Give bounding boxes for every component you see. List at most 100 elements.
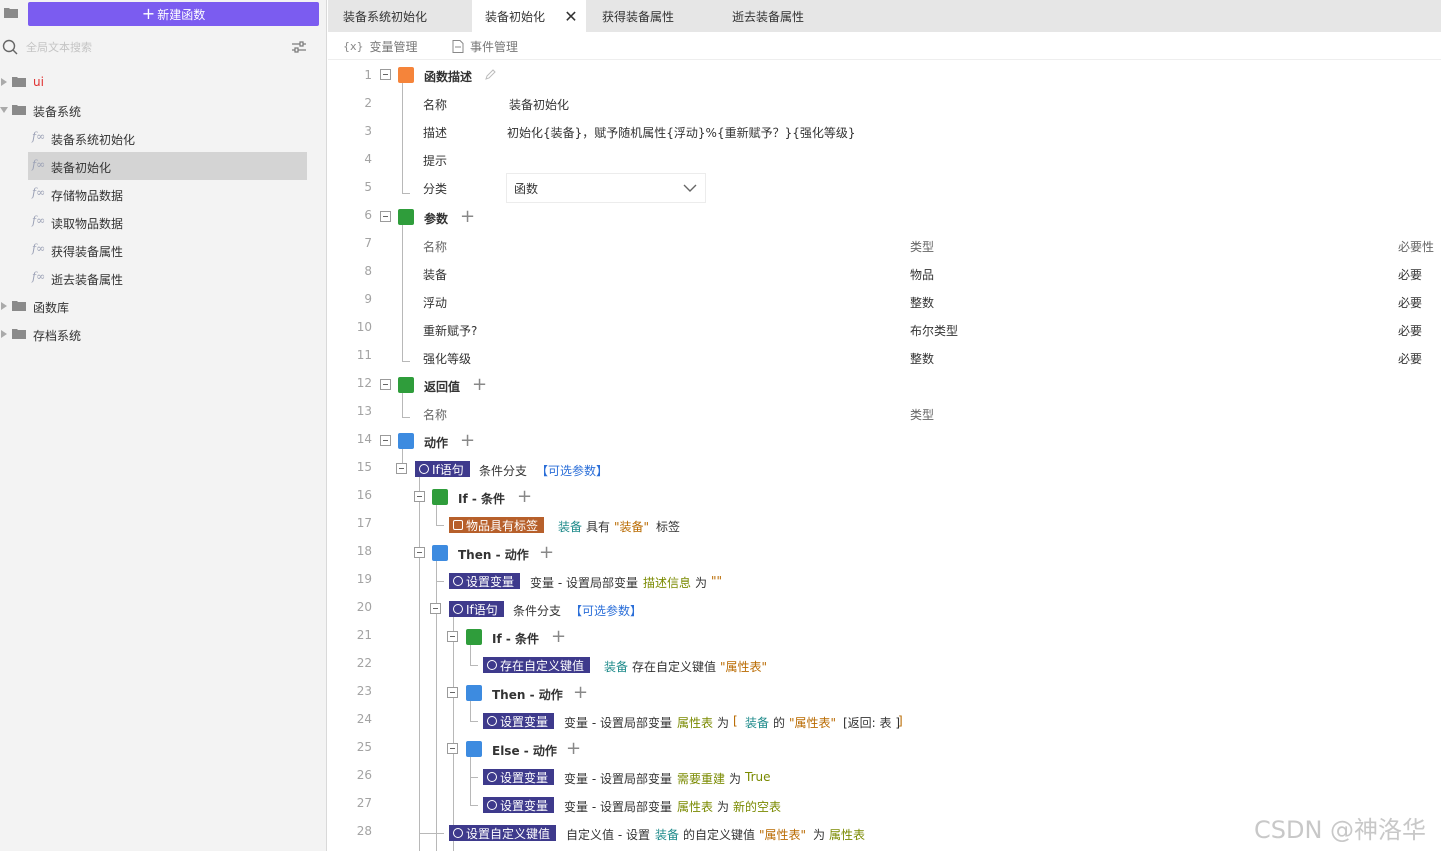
close-icon[interactable]: ✕ [561, 6, 581, 26]
tree-folder-ui[interactable]: ui [0, 68, 320, 96]
param-name[interactable]: 强化等级 [423, 350, 471, 367]
variable-manager-button[interactable]: {x} 变量管理 [343, 38, 418, 55]
collapse-toggle[interactable] [430, 603, 441, 614]
param-required[interactable]: 必要 [1398, 266, 1422, 283]
return-type-hint: [返回: 表 ] [843, 716, 901, 730]
caret-right-icon[interactable] [1, 78, 7, 86]
variable-ref[interactable]: 需要重建 [677, 770, 725, 787]
tree-function-item[interactable]: f∞ 装备系统初始化 [28, 124, 307, 152]
event-manager-button[interactable]: 事件管理 [452, 38, 518, 55]
param-ref[interactable]: 装备 [604, 658, 628, 675]
search-input[interactable] [26, 35, 282, 59]
action-desc: 变量 - 设置局部变量 [564, 772, 672, 786]
tree-folder-save-system[interactable]: 存档系统 [0, 320, 320, 348]
has-custom-key-chip[interactable]: 存在自定义键值 [483, 657, 591, 673]
add-action-button[interactable]: + [460, 432, 475, 450]
collapse-toggle[interactable] [414, 547, 425, 558]
param-required[interactable]: 必要 [1398, 294, 1422, 311]
param-type[interactable]: 整数 [910, 350, 934, 367]
param-required[interactable]: 必要 [1398, 350, 1422, 367]
param-name[interactable]: 装备 [423, 266, 447, 283]
new-function-button[interactable]: + 新建函数 [28, 2, 319, 26]
param-type[interactable]: 物品 [910, 266, 934, 283]
tree-function-item[interactable]: f∞ 读取物品数据 [28, 208, 307, 236]
collapse-toggle[interactable] [447, 631, 458, 642]
action-icon [487, 800, 497, 810]
name-value[interactable]: 装备初始化 [509, 96, 569, 113]
caret-right-icon[interactable] [1, 330, 7, 338]
value-ref[interactable]: 新的空表 [733, 798, 781, 815]
add-then-action-button[interactable]: + [573, 684, 588, 702]
item-has-tag-chip[interactable]: 物品具有标签 [449, 517, 545, 533]
param-required[interactable]: 必要 [1398, 322, 1422, 339]
collapse-toggle[interactable] [380, 211, 391, 222]
tree-function-item-selected[interactable]: f∞ 装备初始化 [28, 152, 307, 180]
param-type[interactable]: 布尔类型 [910, 322, 958, 339]
variable-ref[interactable]: 描述信息 [643, 574, 691, 591]
variable-ref[interactable]: 属性表 [677, 714, 713, 731]
if-statement-chip[interactable]: If语句 [415, 461, 470, 477]
collapse-toggle[interactable] [396, 463, 407, 474]
param-ref[interactable]: 装备 [745, 714, 769, 731]
line-number: 3 [364, 124, 372, 138]
string-value[interactable]: "属性表" [720, 658, 767, 675]
filter-settings-icon[interactable] [291, 40, 307, 54]
tree-function-item[interactable]: f∞ 逝去装备属性 [28, 264, 307, 292]
variable-ref[interactable]: 属性表 [829, 826, 865, 843]
add-condition-button[interactable]: + [551, 628, 566, 646]
tree-connector [402, 81, 403, 193]
param-ref[interactable]: 装备 [558, 518, 582, 535]
sub-toolbar: {x} 变量管理 事件管理 [328, 32, 1441, 60]
param-name[interactable]: 浮动 [423, 294, 447, 311]
folder-icon[interactable] [4, 7, 18, 18]
param-name[interactable]: 重新赋予? [423, 322, 477, 339]
optional-params-link[interactable]: 【可选参数】 [536, 462, 608, 479]
tab-lose-equipment-attrs[interactable]: 逝去装备属性 [716, 0, 844, 32]
set-variable-chip[interactable]: 设置变量 [483, 769, 555, 785]
string-value[interactable]: "属性表" [789, 714, 836, 731]
line-number: 14 [356, 432, 372, 446]
tab-label: 装备系统初始化 [343, 9, 428, 24]
string-value[interactable]: "" [711, 574, 722, 588]
line-number: 16 [356, 488, 372, 502]
add-then-action-button[interactable]: + [539, 544, 554, 562]
document-icon [452, 40, 464, 53]
caret-down-icon[interactable] [0, 107, 8, 113]
param-type[interactable]: 整数 [910, 294, 934, 311]
boolean-value[interactable]: True [745, 770, 771, 784]
collapse-toggle[interactable] [414, 491, 425, 502]
add-parameter-button[interactable]: + [460, 208, 475, 226]
set-custom-key-chip[interactable]: 设置自定义键值 [449, 825, 557, 841]
optional-params-link[interactable]: 【可选参数】 [570, 602, 642, 619]
edit-pencil-icon[interactable] [485, 69, 496, 80]
string-value[interactable]: "装备" [614, 518, 649, 535]
collapse-toggle[interactable] [380, 69, 391, 80]
tree-folder-library[interactable]: 函数库 [0, 292, 320, 320]
tab-get-equipment-attrs[interactable]: 获得装备属性 [587, 0, 715, 32]
tree-folder-equipment-system[interactable]: 装备系统 [0, 96, 320, 124]
tab-equipment-system-init[interactable]: 装备系统初始化 [328, 0, 471, 32]
collapse-toggle[interactable] [380, 435, 391, 446]
variable-ref[interactable]: 属性表 [677, 798, 713, 815]
add-condition-button[interactable]: + [517, 488, 532, 506]
tree-function-item[interactable]: f∞ 存储物品数据 [28, 180, 307, 208]
search-icon [2, 39, 18, 55]
action-icon [487, 772, 497, 782]
description-value[interactable]: 初始化{装备}，赋予随机属性{浮动}%{重新赋予？}{强化等级} [507, 124, 855, 141]
set-variable-chip[interactable]: 设置变量 [483, 797, 555, 813]
collapse-toggle[interactable] [447, 687, 458, 698]
set-variable-chip[interactable]: 设置变量 [483, 713, 555, 729]
set-variable-chip[interactable]: 设置变量 [449, 573, 521, 589]
tree-function-item[interactable]: f∞ 获得装备属性 [28, 236, 307, 264]
if-statement-chip[interactable]: If语句 [449, 601, 504, 617]
category-select[interactable]: 函数 [506, 173, 706, 203]
collapse-toggle[interactable] [380, 379, 391, 390]
caret-right-icon[interactable] [1, 302, 7, 310]
param-required-header: 必要性 [1398, 240, 1435, 254]
chip-label: 设置变量 [500, 714, 549, 729]
add-return-value-button[interactable]: + [472, 376, 487, 394]
param-ref[interactable]: 装备 [655, 826, 679, 843]
add-else-action-button[interactable]: + [566, 740, 581, 758]
string-value[interactable]: "属性表" [759, 826, 806, 843]
collapse-toggle[interactable] [447, 743, 458, 754]
